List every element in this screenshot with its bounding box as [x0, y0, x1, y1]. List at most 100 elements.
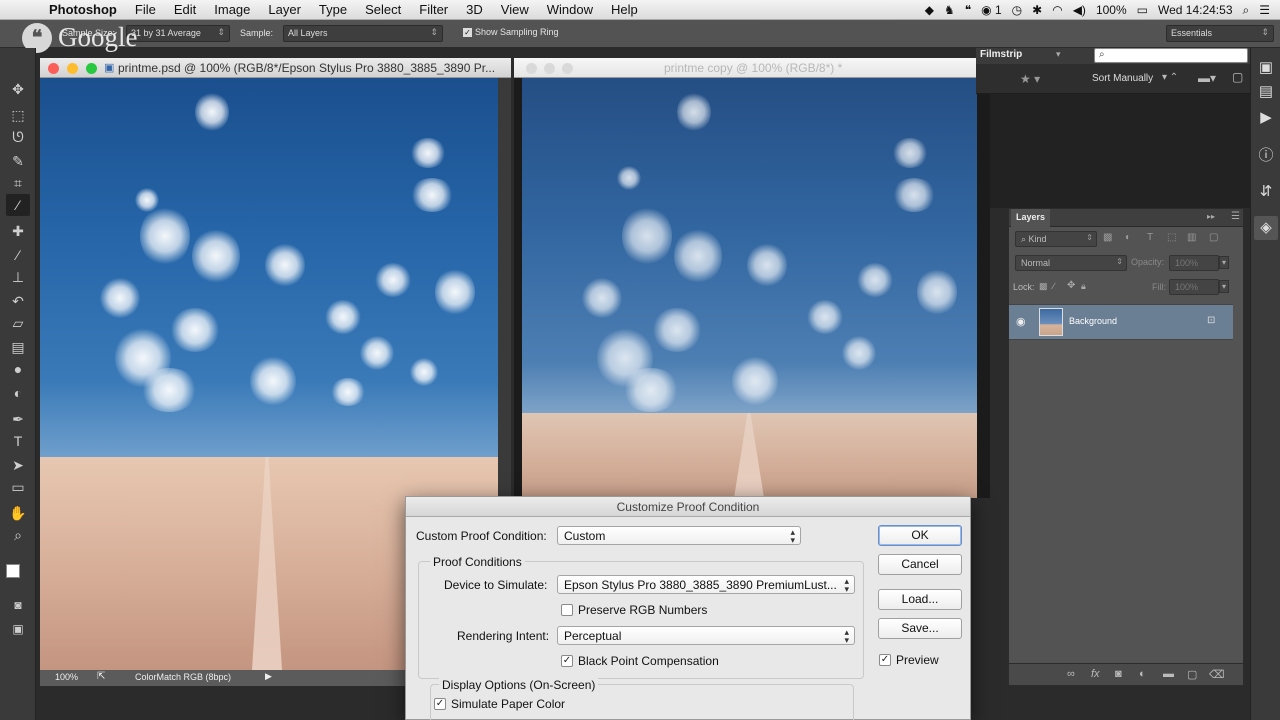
time-machine-icon[interactable]: ◷	[1012, 3, 1022, 17]
sample-select[interactable]: All Layers ⇕	[283, 25, 443, 42]
adjustments-panel-icon[interactable]: ▤	[1254, 80, 1278, 104]
rectangle-tool-icon[interactable]: ▭	[6, 476, 30, 498]
bluetooth-icon[interactable]: ✱	[1032, 3, 1042, 17]
notification-icon[interactable]: ◉ 1	[981, 3, 1002, 17]
pixel-filter-icon[interactable]: ▩	[1103, 232, 1112, 243]
chevron-down-icon[interactable]: ▾	[1219, 280, 1230, 293]
lock-pixels-icon[interactable]: ∕	[1053, 281, 1055, 291]
eraser-tool-icon[interactable]: ▱	[6, 312, 30, 334]
crop-tool-icon[interactable]: ⌗	[6, 172, 30, 194]
layer-kind-filter[interactable]: ⌕ Kind ⇕	[1015, 231, 1097, 247]
sample-size-select[interactable]: 31 by 31 Average ⇕	[126, 25, 230, 42]
zoom-level[interactable]: 100%	[55, 672, 78, 682]
properties-panel-icon[interactable]: ⇵	[1254, 180, 1278, 204]
menu-image[interactable]: Image	[205, 2, 259, 17]
menu-window[interactable]: Window	[538, 2, 602, 17]
status-menu-arrow-icon[interactable]: ▶	[265, 671, 272, 682]
menu-view[interactable]: View	[492, 2, 538, 17]
notification-center-icon[interactable]: ☰	[1259, 3, 1270, 17]
lock-all-icon[interactable]: 🔒︎	[1081, 281, 1086, 292]
eyedropper-tool-icon[interactable]: ⁄	[6, 194, 30, 216]
zoom-window-icon[interactable]	[562, 63, 573, 74]
dodge-tool-icon[interactable]: ◐	[6, 382, 30, 404]
path-select-tool-icon[interactable]: ➤	[6, 454, 30, 476]
custom-proof-select[interactable]: Custom ▴ ▾	[557, 526, 801, 545]
screen-mode-icon[interactable]: ▣	[6, 618, 30, 640]
lock-transparent-icon[interactable]: ▩	[1039, 281, 1048, 292]
blur-tool-icon[interactable]: ●	[6, 358, 30, 380]
show-ring-checkbox[interactable]: ✓ Show Sampling Ring	[463, 27, 559, 37]
menu-select[interactable]: Select	[356, 2, 410, 17]
chevron-down-icon[interactable]: ▾	[1219, 256, 1230, 269]
actions-play-icon[interactable]: ▶	[1254, 106, 1278, 130]
folder-icon[interactable]: ▬▾	[1198, 71, 1216, 85]
zoom-window-icon[interactable]	[86, 63, 97, 74]
rendering-intent-select[interactable]: Perceptual ▴ ▾	[557, 626, 855, 645]
type-tool-icon[interactable]: T	[6, 430, 30, 452]
fill-input[interactable]: 100%	[1169, 279, 1219, 295]
layers-tab[interactable]: Layers	[1011, 209, 1051, 227]
adjustment-layer-icon[interactable]: ◐	[1139, 668, 1146, 680]
menu-layer[interactable]: Layer	[259, 2, 310, 17]
clone-stamp-tool-icon[interactable]: ⊥	[6, 266, 30, 288]
clock[interactable]: Wed 14:24:53	[1158, 3, 1233, 17]
new-item-icon[interactable]: ▢	[1232, 70, 1243, 84]
filmstrip-title[interactable]: Filmstrip	[980, 49, 1022, 60]
smart-object-filter-icon[interactable]: ▥	[1187, 232, 1196, 243]
document-window-printme-copy[interactable]: printme copy @ 100% (RGB/8*) *	[514, 58, 990, 498]
move-tool-icon[interactable]: ✥	[6, 78, 30, 100]
foreground-color-swatch[interactable]	[6, 564, 20, 578]
app-menu[interactable]: Photoshop	[40, 2, 126, 17]
search-icon[interactable]: ⌕	[1243, 3, 1250, 18]
lasso-tool-icon[interactable]: ᘎ	[6, 126, 30, 148]
pen-tool-icon[interactable]: ✒	[6, 408, 30, 430]
menu-3d[interactable]: 3D	[457, 2, 492, 17]
evernote-icon[interactable]: ♞	[944, 3, 955, 17]
layer-name[interactable]: Background	[1069, 316, 1117, 326]
layer-style-icon[interactable]: fx	[1091, 668, 1100, 680]
cancel-button[interactable]: Cancel	[878, 554, 962, 575]
canvas-image-copy[interactable]	[522, 78, 977, 498]
ok-button[interactable]: OK	[878, 525, 962, 546]
history-brush-tool-icon[interactable]: ↶	[6, 290, 30, 312]
visibility-eye-icon[interactable]: ◉	[1016, 315, 1026, 328]
delete-layer-icon[interactable]: ⌫	[1209, 668, 1225, 681]
battery-status[interactable]: 100%	[1096, 3, 1127, 17]
blend-mode-select[interactable]: Normal ⇕	[1015, 255, 1127, 271]
healing-brush-tool-icon[interactable]: ✚	[6, 220, 30, 242]
save-button[interactable]: Save...	[878, 618, 962, 639]
device-select[interactable]: Epson Stylus Pro 3880_3885_3890 PremiumL…	[557, 575, 855, 594]
workspace-select[interactable]: Essentials ⇕	[1166, 25, 1274, 42]
close-window-icon[interactable]	[48, 63, 59, 74]
lock-position-icon[interactable]: ✥	[1067, 280, 1075, 291]
type-filter-icon[interactable]: T	[1147, 232, 1153, 243]
menu-file[interactable]: File	[126, 2, 165, 17]
new-group-icon[interactable]: ▬	[1163, 668, 1174, 680]
quick-mask-icon[interactable]: ◙	[6, 594, 30, 616]
layer-row[interactable]: ◉ Background ⊡	[1009, 304, 1233, 340]
preserve-rgb-checkbox[interactable]: Preserve RGB Numbers	[561, 603, 707, 617]
gradient-tool-icon[interactable]: ▤	[6, 336, 30, 358]
marquee-tool-icon[interactable]: ⬚	[6, 104, 30, 126]
load-button[interactable]: Load...	[878, 589, 962, 610]
link-layers-icon[interactable]: ∞	[1067, 668, 1075, 680]
menu-help[interactable]: Help	[602, 2, 647, 17]
document-titlebar[interactable]: ▣ printme.psd @ 100% (RGB/8*/Epson Stylu…	[40, 58, 511, 78]
menu-filter[interactable]: Filter	[410, 2, 457, 17]
history-panel-icon[interactable]: ▣	[1254, 56, 1278, 80]
star-filter-icon[interactable]: ★ ▾	[1020, 72, 1040, 86]
menu-type[interactable]: Type	[310, 2, 356, 17]
simulate-paper-checkbox[interactable]: ✓ Simulate Paper Color	[434, 697, 565, 711]
zoom-tool-icon[interactable]: ⌕	[6, 524, 30, 546]
opacity-input[interactable]: 100%	[1169, 255, 1219, 271]
menu-edit[interactable]: Edit	[165, 2, 205, 17]
close-window-icon[interactable]	[526, 63, 537, 74]
adjustment-filter-icon[interactable]: ◐	[1125, 232, 1131, 243]
info-panel-icon[interactable]: ⓘ	[1254, 144, 1278, 168]
hangouts-icon[interactable]: ❝	[965, 3, 971, 17]
minimize-window-icon[interactable]	[544, 63, 555, 74]
shape-filter-icon[interactable]: ⬚	[1167, 232, 1176, 243]
new-layer-icon[interactable]: ▢	[1187, 668, 1197, 681]
volume-icon[interactable]: ◀)	[1073, 3, 1086, 17]
black-point-checkbox[interactable]: ✓ Black Point Compensation	[561, 654, 719, 668]
